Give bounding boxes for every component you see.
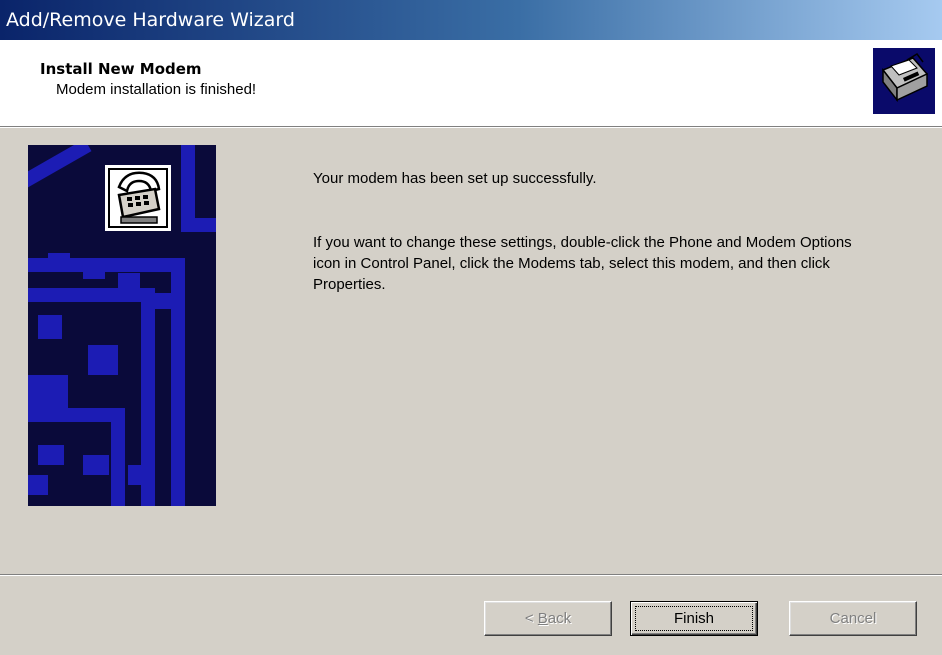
- back-button-prefix: <: [524, 610, 538, 627]
- finish-button-label: Finish: [635, 606, 753, 631]
- back-button-accelerator: B: [537, 610, 548, 627]
- footer-divider-highlight: [0, 575, 942, 576]
- success-message: Your modem has been set up successfully.: [313, 170, 597, 187]
- cancel-button[interactable]: Cancel: [789, 601, 917, 636]
- wizard-header: Install New Modem Modem installation is …: [0, 40, 942, 126]
- hardware-wizard-icon: [873, 48, 935, 114]
- cancel-button-label: Cancel: [829, 610, 877, 627]
- header-divider-highlight: [0, 127, 942, 128]
- finish-button[interactable]: Finish: [630, 601, 758, 636]
- header-title: Install New Modem: [40, 60, 202, 78]
- back-button[interactable]: < Back: [484, 601, 612, 636]
- back-button-rest: ack: [547, 610, 572, 627]
- window-title-bar[interactable]: Add/Remove Hardware Wizard: [0, 0, 942, 40]
- telephone-icon: [105, 165, 171, 231]
- instructions-text: If you want to change these settings, do…: [313, 234, 852, 293]
- wizard-side-graphic: [28, 145, 216, 506]
- header-subtitle: Modem installation is finished!: [56, 81, 257, 98]
- window-title: Add/Remove Hardware Wizard: [6, 9, 295, 31]
